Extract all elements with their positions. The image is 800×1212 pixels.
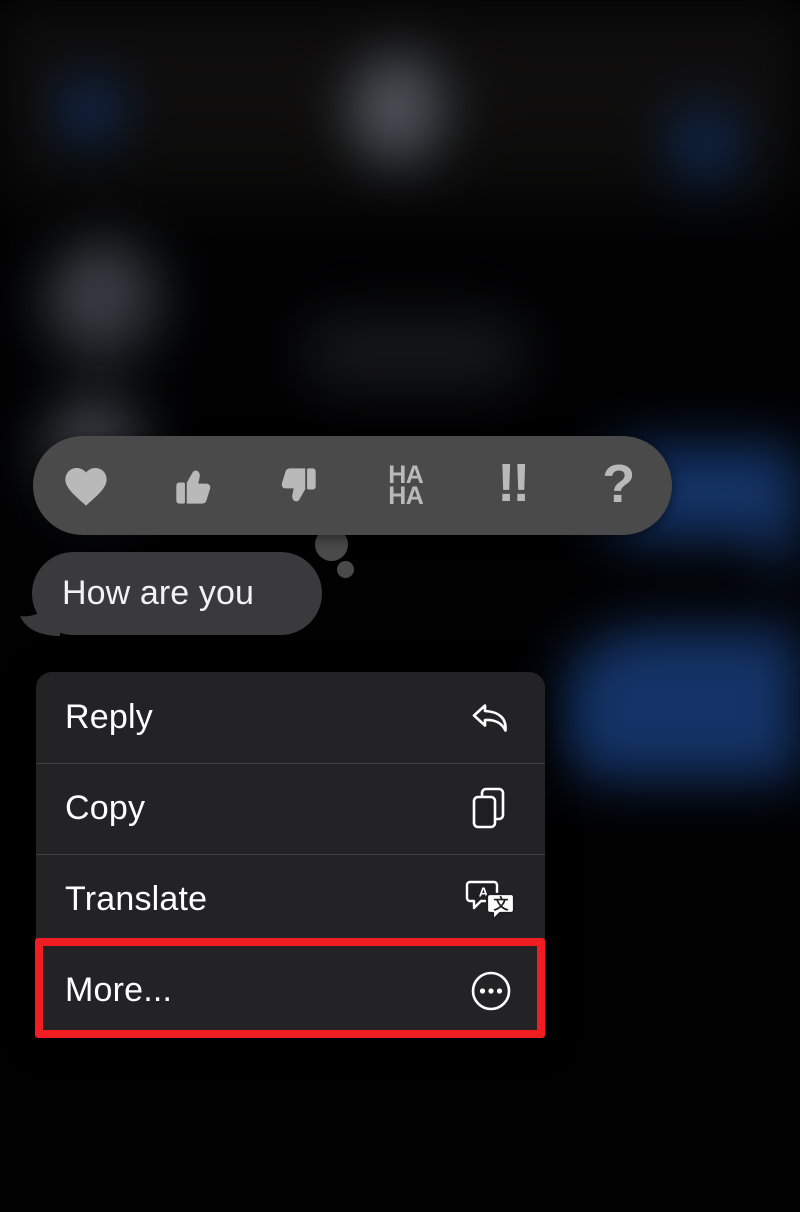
message-context-menu[interactable]: Reply Copy Translate A 文 More... xyxy=(36,672,545,1036)
more-ellipsis-circle-icon xyxy=(465,965,517,1017)
double-exclamation-glyph: !! xyxy=(497,453,530,513)
thumbs-up-icon[interactable] xyxy=(150,443,236,529)
menu-item-label: Copy xyxy=(65,789,146,827)
reaction-bar-tail-small xyxy=(337,561,354,578)
menu-item-translate[interactable]: Translate A 文 xyxy=(36,854,545,945)
phone-screen: HA HA !! ? How are you Reply Copy Transl… xyxy=(0,0,800,1212)
thumbs-down-icon[interactable] xyxy=(256,443,342,529)
svg-text:文: 文 xyxy=(493,895,509,913)
question-mark-glyph: ? xyxy=(602,453,636,514)
haha-icon-label: HA HA xyxy=(388,461,424,510)
tapback-reaction-bar[interactable]: HA HA !! ? xyxy=(33,436,672,535)
menu-item-label: Translate xyxy=(65,880,208,918)
menu-item-copy[interactable]: Copy xyxy=(36,763,545,854)
reply-arrow-icon xyxy=(465,692,517,744)
translate-bubbles-icon: A 文 xyxy=(465,874,517,926)
question-mark-icon[interactable]: ? xyxy=(576,443,662,529)
haha-icon[interactable]: HA HA xyxy=(363,443,449,529)
menu-item-more[interactable]: More... xyxy=(36,945,545,1036)
menu-item-label: Reply xyxy=(65,698,153,736)
menu-item-label: More... xyxy=(65,971,173,1009)
message-bubble-received[interactable]: How are you xyxy=(32,552,322,635)
heart-icon[interactable] xyxy=(43,443,129,529)
menu-item-reply[interactable]: Reply xyxy=(36,672,545,763)
double-exclamation-icon[interactable]: !! xyxy=(469,443,555,529)
message-text: How are you xyxy=(62,574,254,612)
copy-pages-icon xyxy=(465,783,517,835)
